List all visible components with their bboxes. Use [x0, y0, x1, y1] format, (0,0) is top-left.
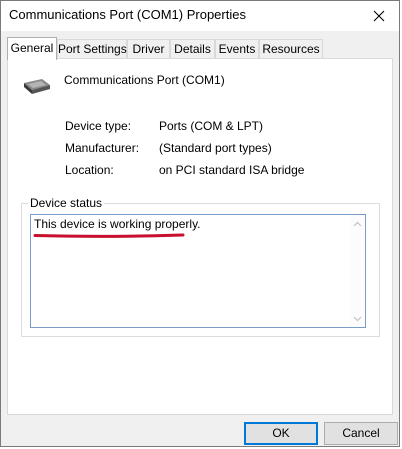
window-title: Communications Port (COM1) Properties	[9, 7, 246, 22]
tab-driver[interactable]: Driver	[127, 39, 170, 58]
device-type-label: Device type:	[65, 119, 132, 133]
properties-dialog: Communications Port (COM1) Properties Ge…	[0, 0, 400, 447]
close-button[interactable]	[359, 1, 399, 31]
scroll-up-button[interactable]	[350, 216, 365, 231]
title-bar[interactable]: Communications Port (COM1) Properties	[1, 1, 399, 31]
general-tab-panel: Communications Port (COM1) Device type: …	[7, 58, 393, 415]
cancel-button[interactable]: Cancel	[324, 422, 398, 445]
tab-general[interactable]: General	[7, 37, 57, 60]
device-status-label: Device status	[28, 196, 105, 210]
location-label: Location:	[65, 163, 114, 177]
tab-strip: General Port Settings Driver Details Eve…	[7, 37, 393, 60]
serial-port-icon	[24, 79, 50, 94]
tab-resources[interactable]: Resources	[259, 39, 323, 58]
location-value: on PCI standard ISA bridge	[159, 163, 305, 177]
device-status-text: This device is working properly.	[34, 217, 201, 231]
device-name: Communications Port (COM1)	[64, 73, 225, 87]
chevron-up-icon	[353, 221, 362, 226]
chevron-down-icon	[353, 316, 362, 321]
manufacturer-value: (Standard port types)	[159, 141, 272, 155]
device-type-value: Ports (COM & LPT)	[159, 119, 264, 133]
scroll-down-button[interactable]	[350, 311, 365, 326]
device-status-textbox[interactable]: This device is working properly.	[30, 214, 366, 328]
tab-details[interactable]: Details	[170, 39, 215, 58]
close-icon	[373, 10, 385, 22]
manufacturer-label: Manufacturer:	[65, 141, 140, 155]
ok-button[interactable]: OK	[244, 422, 318, 445]
status-scrollbar[interactable]	[350, 215, 365, 327]
tab-events[interactable]: Events	[215, 39, 259, 58]
tab-port-settings[interactable]: Port Settings	[57, 39, 127, 58]
status-underline-annotation	[33, 233, 185, 238]
